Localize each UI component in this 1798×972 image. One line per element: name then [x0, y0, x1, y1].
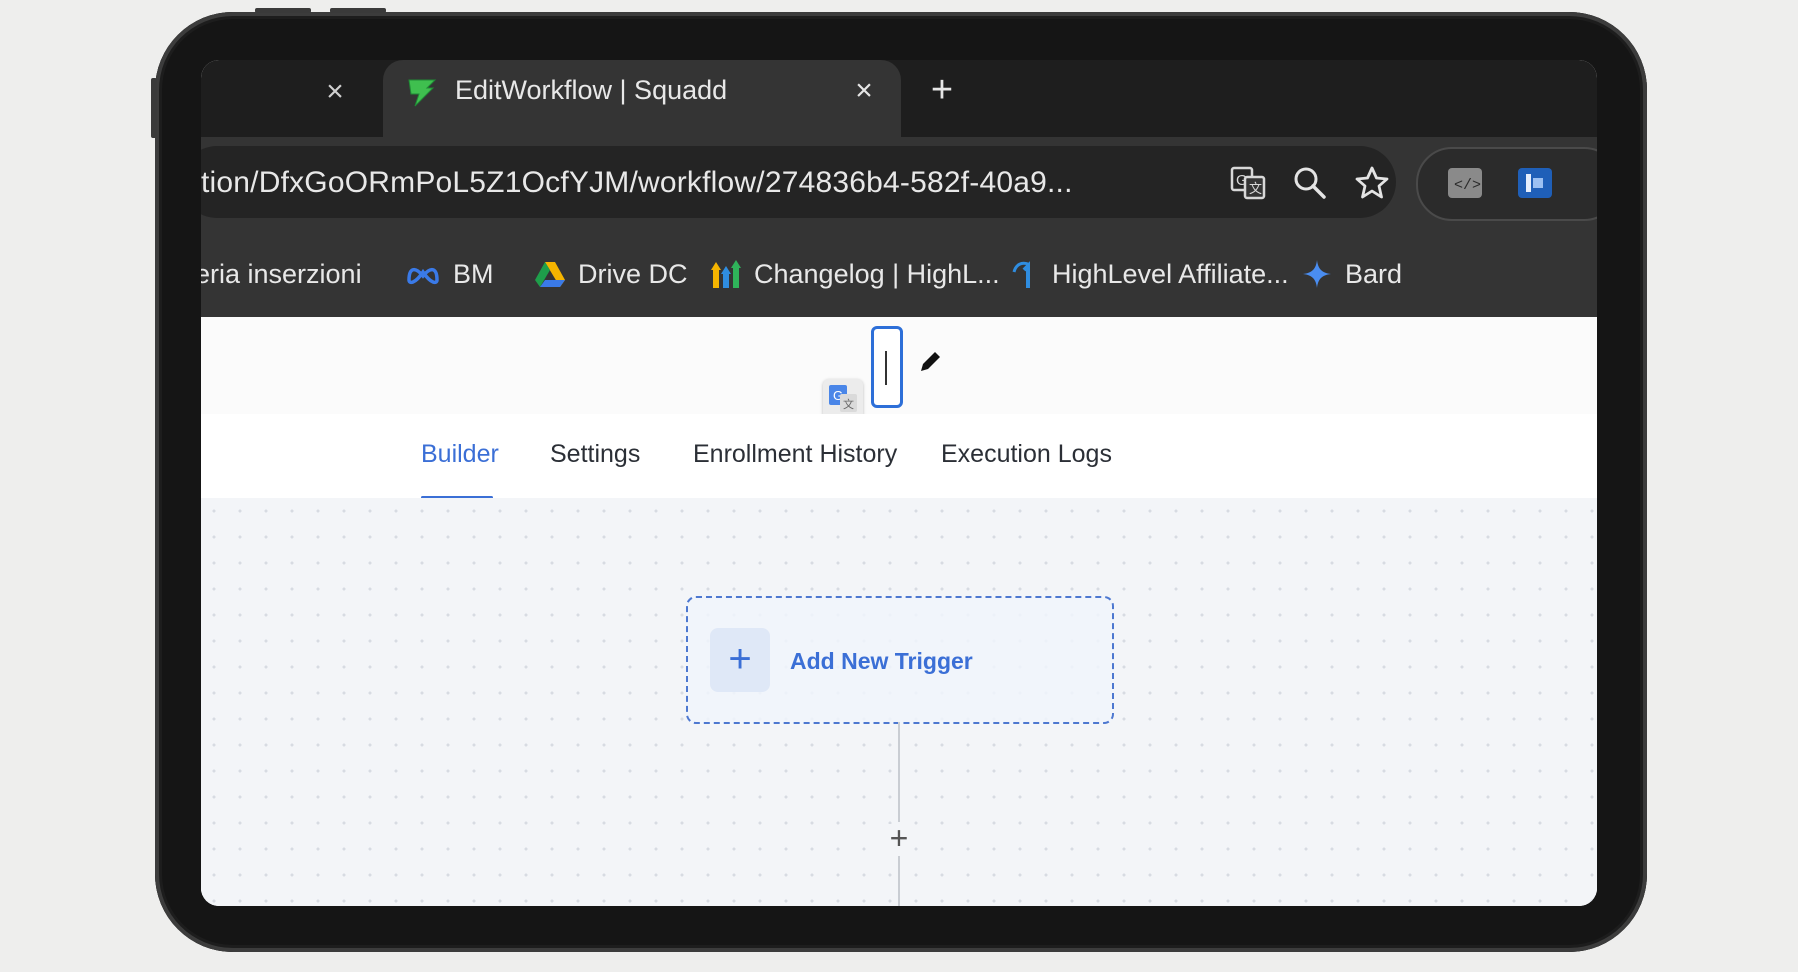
- new-tab-plus-icon[interactable]: +: [925, 71, 959, 109]
- tab-enrollment-history[interactable]: Enrollment History: [693, 440, 897, 469]
- bookmark-item[interactable]: Changelog | HighL...: [710, 257, 1000, 291]
- close-icon[interactable]: ×: [319, 76, 351, 108]
- omnibox[interactable]: tion/DfxGoORmPoL5Z1OcfYJM/workflow/27483…: [201, 146, 1396, 218]
- tab-settings[interactable]: Settings: [550, 440, 640, 469]
- svg-text:</>: </>: [1454, 177, 1481, 194]
- meta-icon: [407, 267, 439, 285]
- highlevel-affiliate-icon: [1012, 261, 1030, 288]
- connector-line: [898, 722, 900, 822]
- plus-icon: +: [710, 628, 770, 692]
- workflow-page: G 文 Builder Settings Enrollment History …: [201, 317, 1597, 906]
- bookmark-label: eria inserzioni: [201, 258, 362, 289]
- bookmark-label: Drive DC: [578, 258, 688, 289]
- highlevel-icon: [711, 260, 741, 288]
- code-extension-icon[interactable]: </>: [1448, 168, 1482, 198]
- screen: × EditWorkflow | Squadd × + tion/DfxGoOR…: [201, 60, 1597, 906]
- tab-builder[interactable]: Builder: [421, 440, 499, 469]
- bookmark-label: HighLevel Affiliate...: [1052, 258, 1289, 289]
- browser-tab-active[interactable]: EditWorkflow | Squadd ×: [383, 60, 901, 137]
- extensions-area: </>: [1416, 147, 1597, 221]
- bookmark-label: Changelog | HighL...: [754, 258, 1000, 289]
- pencil-edit-icon[interactable]: [917, 349, 943, 375]
- translate-popup-icon[interactable]: G 文: [823, 379, 863, 419]
- workflow-tabs: Builder Settings Enrollment History Exec…: [201, 414, 1597, 499]
- bard-sparkle-icon: [1303, 260, 1331, 288]
- tab-execution-logs[interactable]: Execution Logs: [941, 440, 1112, 469]
- add-step-plus-icon[interactable]: +: [884, 822, 914, 854]
- bookmark-label: Bard: [1345, 258, 1403, 289]
- bookmark-star-icon[interactable]: [1353, 164, 1391, 202]
- browser-tab-bar: × EditWorkflow | Squadd × +: [201, 60, 1597, 137]
- workflow-name-input[interactable]: [871, 326, 903, 408]
- translate-icon[interactable]: G 文: [1229, 164, 1267, 202]
- device-side-button: [151, 78, 157, 138]
- google-drive-icon: [535, 262, 565, 287]
- bookmarks-bar: eria inserzioni BM Drive DC Changelog | …: [201, 229, 1597, 317]
- tab-title: EditWorkflow | Squadd: [455, 75, 728, 105]
- squadd-logo-icon: [408, 79, 437, 107]
- svg-text:文: 文: [1249, 181, 1262, 196]
- close-icon[interactable]: ×: [847, 74, 881, 108]
- url-text[interactable]: tion/DfxGoORmPoL5Z1OcfYJM/workflow/27483…: [201, 166, 1073, 200]
- bookmark-item[interactable]: Bard: [1301, 257, 1402, 291]
- address-bar-row: tion/DfxGoORmPoL5Z1OcfYJM/workflow/27483…: [201, 137, 1597, 229]
- zoom-icon[interactable]: [1291, 164, 1329, 202]
- add-new-trigger-label: Add New Trigger: [790, 648, 973, 674]
- workflow-header: G 文: [201, 317, 1597, 419]
- svg-text:文: 文: [843, 397, 854, 411]
- add-new-trigger-card[interactable]: + Add New Trigger: [686, 596, 1114, 724]
- extension-icon[interactable]: [1518, 168, 1552, 198]
- workflow-canvas[interactable]: + Add New Trigger +: [201, 498, 1597, 906]
- bookmark-item[interactable]: BM: [405, 257, 494, 291]
- connector-line: [898, 856, 900, 906]
- bookmark-item[interactable]: Drive DC: [534, 257, 688, 291]
- bookmark-item[interactable]: HighLevel Affiliate...: [1008, 257, 1289, 291]
- device-top-button: [255, 8, 311, 13]
- device-top-button: [330, 8, 386, 13]
- bookmark-item[interactable]: eria inserzioni: [201, 257, 362, 291]
- bookmark-label: BM: [453, 258, 494, 289]
- text-caret: [885, 351, 887, 385]
